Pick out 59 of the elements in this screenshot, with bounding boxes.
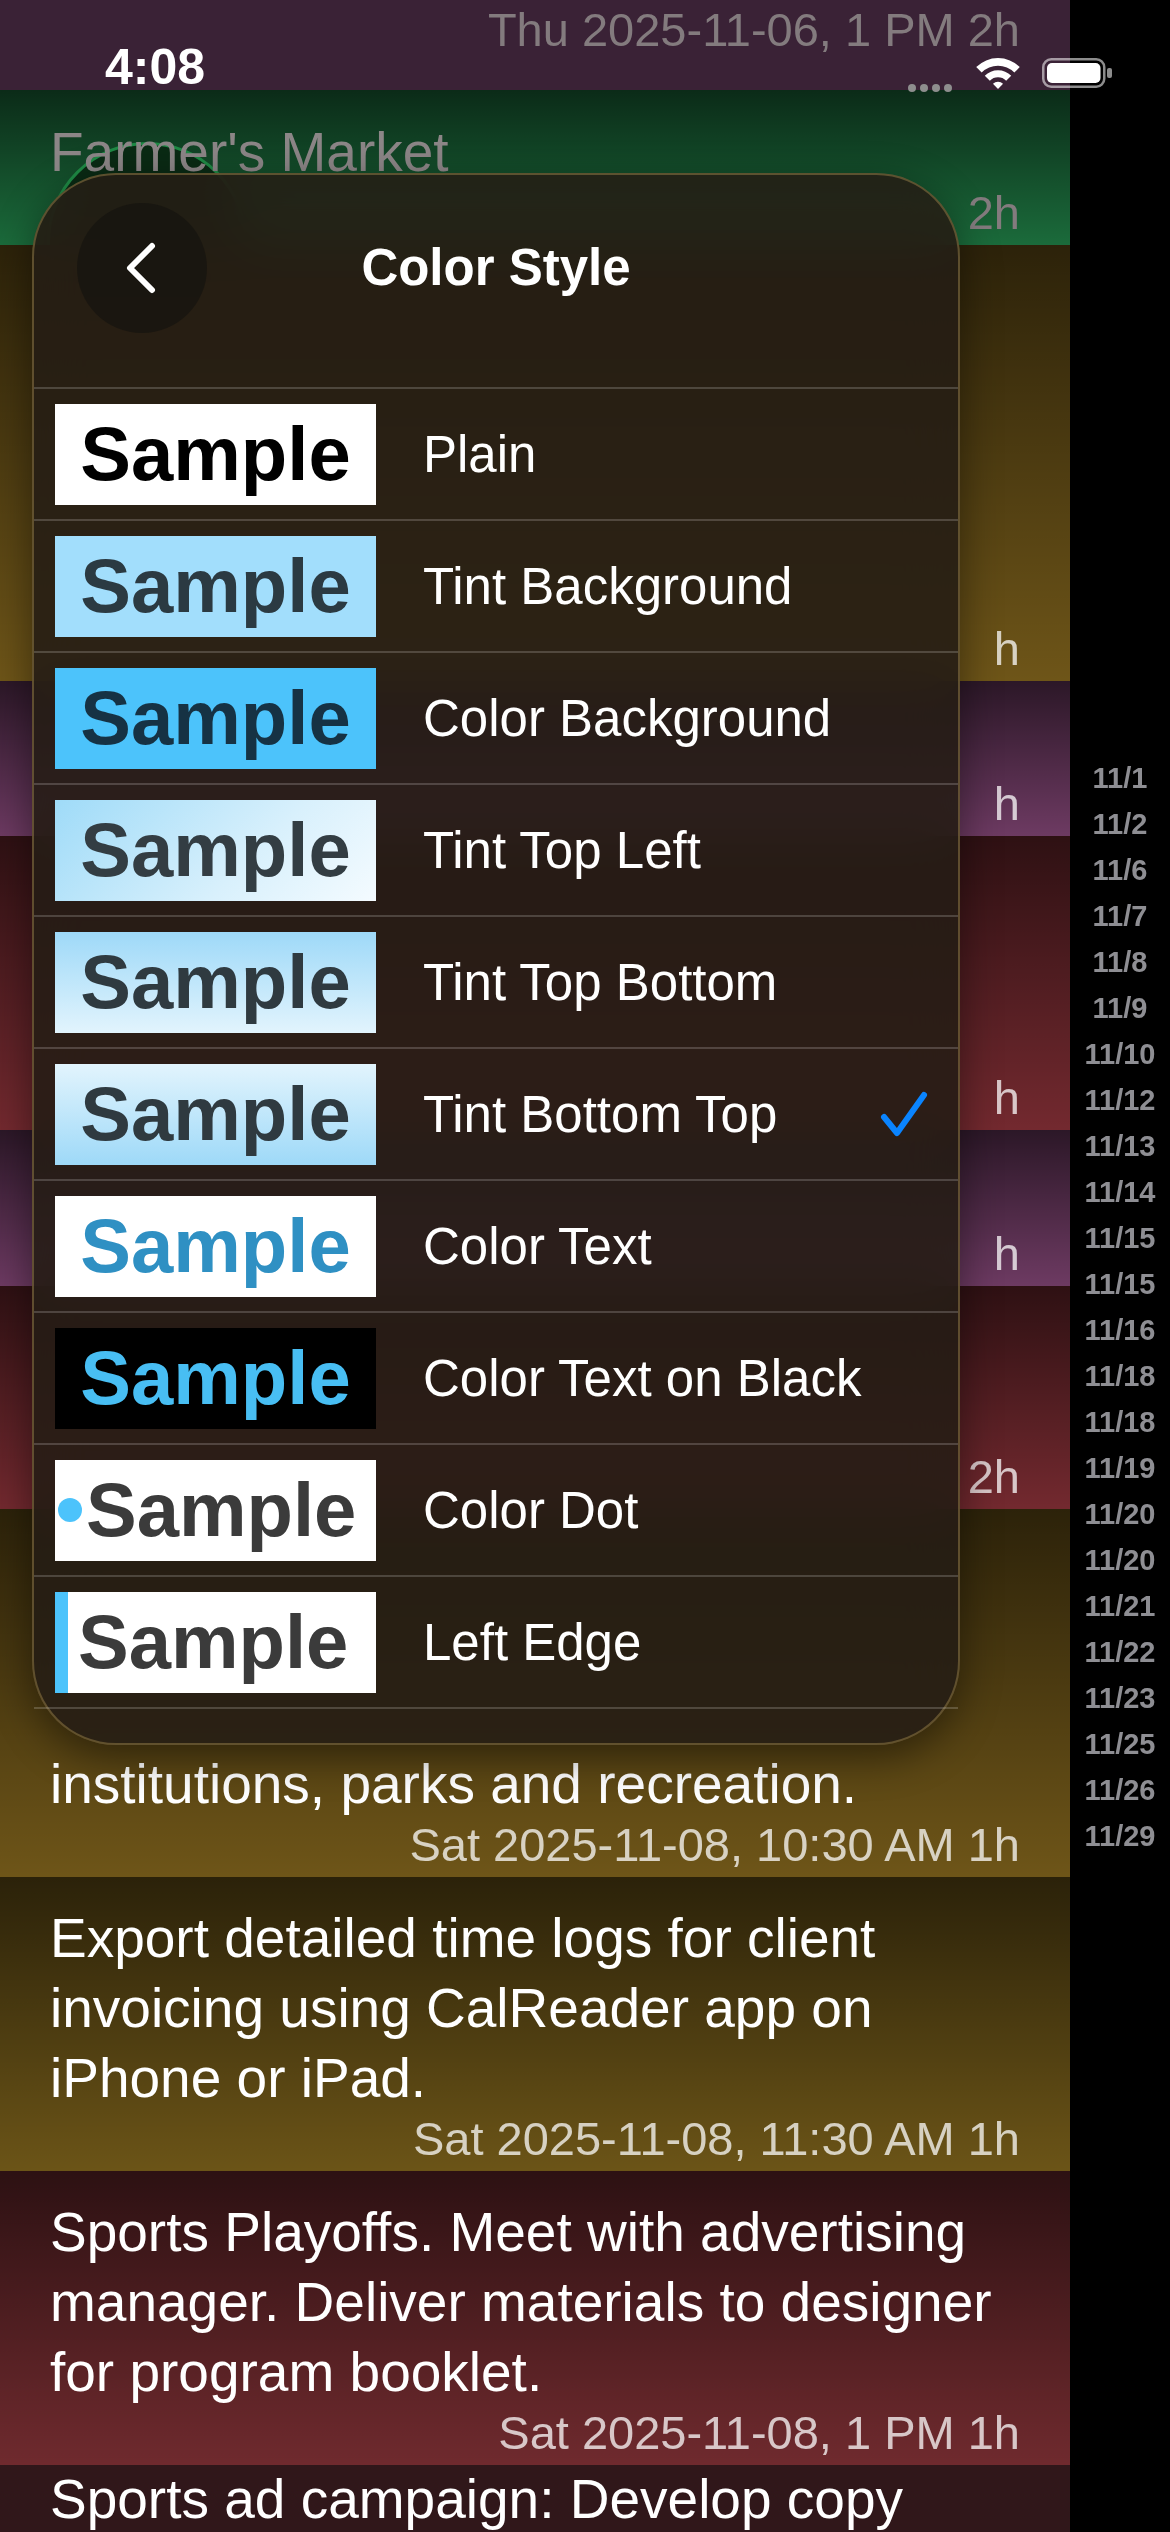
date-index-label[interactable]: 11/26 (1084, 1767, 1156, 1813)
event-title: Sports Playoffs. Meet with advertising manager. Deliver materials to designer for program booklet. (50, 2200, 993, 2405)
battery-icon (1042, 58, 1112, 88)
event-time: Sat 2025-11-08, 1 PM 1h (498, 2407, 1020, 2459)
date-index-label[interactable]: 11/20 (1084, 1491, 1156, 1537)
date-index-label[interactable]: 11/18 (1084, 1399, 1156, 1445)
date-index-label[interactable]: 11/21 (1084, 1583, 1156, 1629)
status-time: 4:08 (105, 44, 206, 90)
date-index-label[interactable]: 11/6 (1092, 847, 1148, 893)
event-time: Thu 2025-11-06, 1 PM 2h (487, 4, 1020, 56)
date-index-label[interactable]: 11/23 (1084, 1675, 1156, 1721)
style-option[interactable]: Sample Tint Background (34, 519, 958, 651)
event-time: 2h (967, 1451, 1020, 1503)
date-index-label[interactable]: 11/10 (1084, 1031, 1156, 1077)
date-index-label[interactable]: 11/22 (1084, 1629, 1156, 1675)
event-title: Sports ad campaign: Develop copy (50, 2469, 904, 2529)
date-index-label[interactable]: 11/2 (1092, 801, 1148, 847)
style-option[interactable]: Sample Tint Top Left (34, 783, 958, 915)
date-index-label[interactable]: 11/16 (1084, 1307, 1156, 1353)
cellular-signal-icon (908, 84, 952, 92)
event-time: 2h (967, 187, 1020, 239)
date-index-label[interactable]: 11/12 (1084, 1077, 1156, 1123)
edge-stripe-icon (55, 1591, 68, 1693)
event-title: Export detailed time logs for client invoicing using CalReader app on iPhone or iPad. (50, 1906, 877, 2111)
style-option[interactable]: Sample Color Dot (34, 1443, 958, 1575)
event-title: institutions, parks and recreation. (50, 1752, 859, 1817)
date-index-label[interactable]: 11/9 (1092, 985, 1148, 1031)
date-index-label[interactable]: 11/8 (1092, 939, 1148, 985)
date-index-label[interactable]: 11/29 (1084, 1813, 1156, 1859)
style-option[interactable]: Sample Color Text on Black (34, 1311, 958, 1443)
date-index-label[interactable]: 11/14 (1084, 1169, 1156, 1215)
event-row[interactable]: Sports ad campaign: Develop copy (0, 2465, 1070, 2532)
date-index-label[interactable]: 11/25 (1084, 1721, 1156, 1767)
date-index-label[interactable]: 11/7 (1092, 893, 1148, 939)
date-index-label[interactable]: 11/18 (1084, 1353, 1156, 1399)
style-option[interactable]: Sample Color Text (34, 1179, 958, 1311)
event-row[interactable]: Sports Playoffs. Meet with advertising manager. Deliver materials to designer for program booklet. Sat 2025-11-08, 1 PM 1h (0, 2171, 1070, 2465)
event-time: Sat 2025-11-08, 10:30 AM 1h (409, 1819, 1020, 1871)
style-option[interactable]: Sample Tint Bottom Top (34, 1047, 958, 1179)
event-time: h (993, 778, 1020, 830)
event-row[interactable]: Export detailed time logs for client invoicing using CalReader app on iPhone or iPad. Sat 2025-11-08, 11:30 AM 1h (0, 1877, 1070, 2171)
checkmark-icon (880, 1091, 928, 1137)
date-index-label[interactable]: 11/19 (1084, 1445, 1156, 1491)
style-option[interactable]: Sample Left Edge (34, 1575, 958, 1707)
date-index-label[interactable]: 11/15 (1084, 1215, 1156, 1261)
date-index-label[interactable]: 11/13 (1084, 1123, 1156, 1169)
event-time: Sat 2025-11-08, 11:30 AM 1h (412, 2113, 1020, 2165)
style-option[interactable]: Sample Plain (34, 387, 958, 519)
event-time: h (993, 623, 1020, 675)
dot-icon (58, 1498, 82, 1522)
date-index-label[interactable]: 11/1 (1092, 755, 1148, 801)
style-option[interactable]: Sample Color Background (34, 651, 958, 783)
wifi-icon (976, 57, 1020, 89)
style-option[interactable]: Sample Tint Top Bottom (34, 915, 958, 1047)
date-index-label[interactable]: 11/15 (1084, 1261, 1156, 1307)
event-time: h (993, 1072, 1020, 1124)
event-time: h (993, 1228, 1020, 1280)
date-index-label[interactable]: 11/20 (1084, 1537, 1156, 1583)
event-row[interactable]: 4:08 Thu 2025-11-06, 1 PM 2h (0, 0, 1070, 90)
